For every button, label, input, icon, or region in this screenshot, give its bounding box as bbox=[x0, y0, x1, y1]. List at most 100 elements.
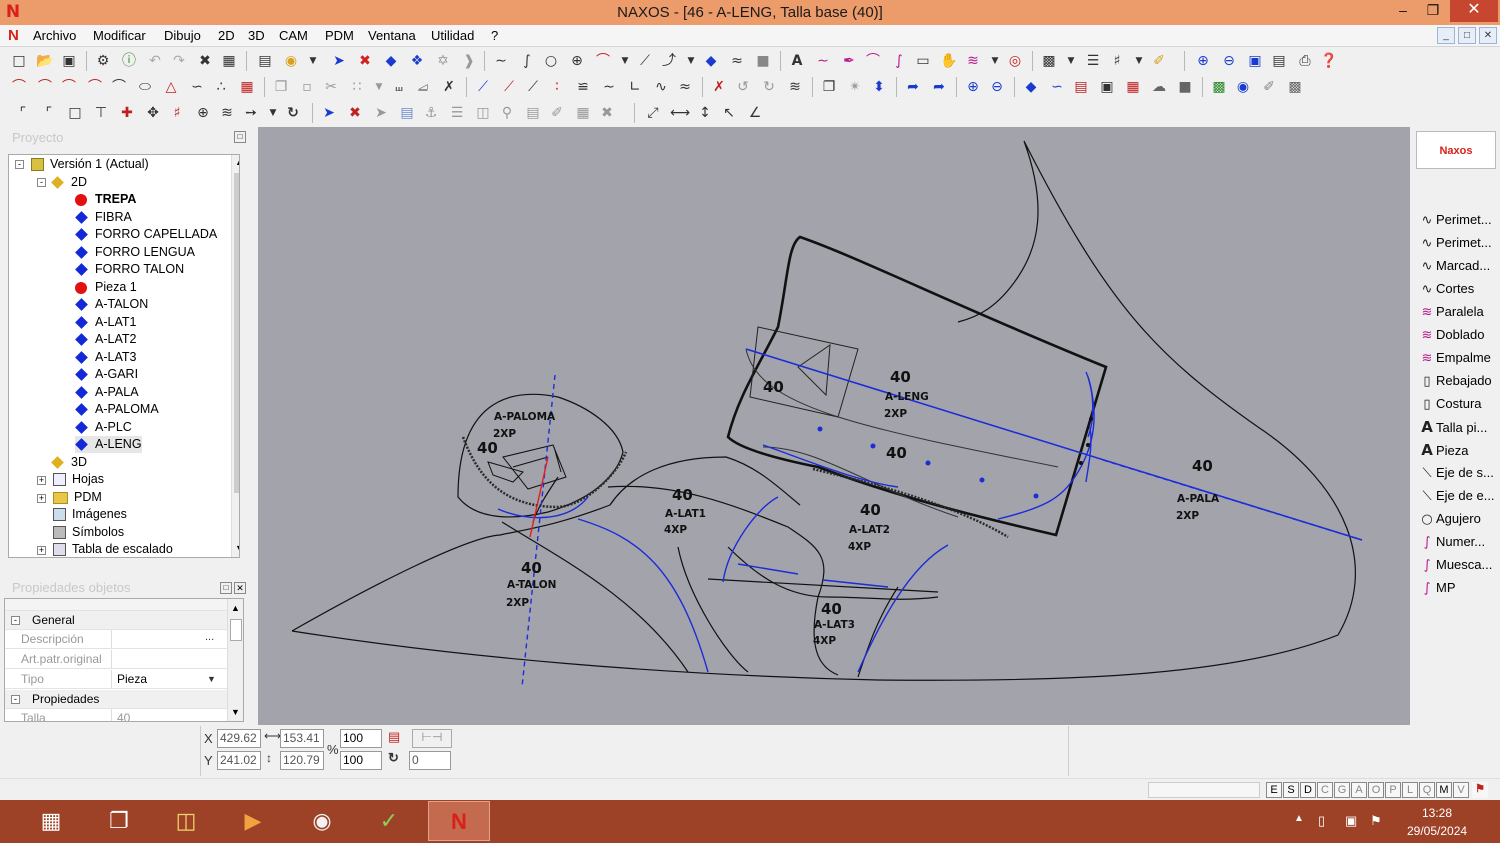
palette-dropdown-icon[interactable]: ▼ bbox=[304, 52, 322, 70]
rotate-ccw-icon[interactable]: ↺ bbox=[734, 78, 752, 96]
corner-round-icon[interactable]: ⌜ bbox=[40, 104, 58, 122]
chrome-taskbar-icon[interactable]: ◉ bbox=[291, 801, 353, 841]
tree-item-a-lat2[interactable]: A-LAT2 bbox=[75, 331, 136, 348]
polyline-icon[interactable]: ∼ bbox=[492, 52, 510, 70]
align-icon[interactable]: ▤ bbox=[1072, 78, 1090, 96]
zigzag-icon[interactable]: ≋ bbox=[964, 52, 982, 70]
sheet-stack-icon[interactable]: ▤ bbox=[398, 104, 416, 122]
notch-tool-icon[interactable]: ✚ bbox=[118, 104, 136, 122]
list-icon[interactable]: ☰ bbox=[448, 104, 466, 122]
anchor-icon[interactable]: ⚓ bbox=[422, 104, 440, 122]
maximize-button[interactable]: ❐ bbox=[1418, 0, 1448, 22]
collapse-icon[interactable]: - bbox=[15, 160, 24, 169]
mdi-minimize-button[interactable]: _ bbox=[1437, 27, 1455, 44]
calculator-taskbar-icon[interactable]: ▦ bbox=[20, 801, 82, 841]
minimize-button[interactable]: – bbox=[1388, 0, 1418, 22]
width-field[interactable]: 153.41 bbox=[280, 729, 324, 748]
protractor-icon[interactable]: ∠ bbox=[746, 104, 764, 122]
node-edit-icon[interactable]: ⤴ bbox=[660, 52, 678, 70]
pin-icon[interactable]: □ bbox=[234, 131, 246, 143]
pointer-dropdown-icon[interactable]: ▼ bbox=[264, 104, 282, 122]
nest-icon[interactable]: ☰ bbox=[1084, 52, 1102, 70]
menu-archivo[interactable]: Archivo bbox=[33, 28, 76, 43]
ruler-2-icon[interactable]: ▤ bbox=[524, 104, 542, 122]
table-icon[interactable]: ▦ bbox=[1124, 78, 1142, 96]
tree-item-a-plc[interactable]: A-PLC bbox=[75, 419, 132, 436]
undo-icon[interactable]: ↶ bbox=[146, 52, 164, 70]
zoom-in-2-icon[interactable]: ⊕ bbox=[964, 78, 982, 96]
mirror-v-icon[interactable]: ⧡ bbox=[414, 78, 432, 96]
height-field[interactable]: 120.79 bbox=[280, 751, 324, 770]
crosshair-icon[interactable]: ⊕ bbox=[568, 52, 586, 70]
cloud-icon[interactable]: ☁ bbox=[1150, 78, 1168, 96]
rectangle-icon[interactable]: ▭ bbox=[914, 52, 932, 70]
status-key-a[interactable]: A bbox=[1351, 782, 1367, 798]
tree-item-trepa[interactable]: TREPA bbox=[75, 191, 136, 208]
expand-pdm-icon[interactable]: + bbox=[37, 494, 46, 503]
tool-rebajado[interactable]: ▯ Rebajado bbox=[1418, 370, 1491, 392]
tray-chevron-icon[interactable]: ▲ bbox=[1294, 813, 1304, 824]
marker-icon[interactable]: ◆ bbox=[702, 52, 720, 70]
move-icon[interactable]: ✡ bbox=[434, 52, 452, 70]
curve-edit-icon[interactable]: ∿ bbox=[652, 78, 670, 96]
arc-radius-icon[interactable]: ⌒ bbox=[86, 78, 104, 96]
menu-2d[interactable]: 2D bbox=[218, 28, 235, 43]
zoom-out-icon[interactable]: ⊖ bbox=[1220, 52, 1238, 70]
shape-icon[interactable]: ■ bbox=[1176, 78, 1194, 96]
file-explorer-taskbar-icon[interactable]: ◫ bbox=[155, 801, 217, 841]
export-dropdown-icon[interactable]: ▼ bbox=[1062, 52, 1080, 70]
stitch-icon[interactable]: ∶ bbox=[548, 78, 566, 96]
menu-cam[interactable]: CAM bbox=[279, 28, 308, 43]
tree-item-a-pala[interactable]: A-PALA bbox=[75, 384, 139, 401]
expand-tabla-icon[interactable]: + bbox=[37, 546, 46, 555]
measure-icon[interactable]: ✐ bbox=[1150, 52, 1168, 70]
tree-item-pdm[interactable]: PDM bbox=[53, 489, 102, 506]
columns-icon[interactable]: ◫ bbox=[474, 104, 492, 122]
tool-empalme[interactable]: ≋ Empalme bbox=[1418, 347, 1491, 369]
zoom-window-icon[interactable]: ▣ bbox=[1246, 52, 1264, 70]
properties-icon[interactable]: ▦ bbox=[220, 52, 238, 70]
zigzag-dropdown-icon[interactable]: ▼ bbox=[986, 52, 1004, 70]
image-icon[interactable]: ▩ bbox=[1210, 78, 1228, 96]
tool-eje-simetria[interactable]: ⟍ Eje de s... bbox=[1418, 462, 1493, 484]
paste-icon[interactable]: ▫ bbox=[298, 78, 316, 96]
pencil-icon[interactable]: ✐ bbox=[548, 104, 566, 122]
tree-scrollbar[interactable]: ▲ ▼ bbox=[231, 155, 239, 557]
sew-icon[interactable]: ♯ bbox=[1108, 52, 1126, 70]
tool-agujero[interactable]: ○ Agujero bbox=[1418, 508, 1480, 530]
mirror-h-icon[interactable]: ⧢ bbox=[390, 78, 408, 96]
open-folder-icon[interactable]: 📂 bbox=[36, 52, 54, 70]
measure-diagonal-icon[interactable]: ⤢ bbox=[644, 104, 662, 122]
save-icon[interactable]: ▣ bbox=[60, 52, 78, 70]
tree-item-imagenes[interactable]: Imágenes bbox=[53, 506, 127, 523]
tool-eje-escalado[interactable]: ⟍ Eje de e... bbox=[1418, 485, 1494, 507]
y-coordinate-field[interactable]: 241.02 bbox=[217, 751, 261, 770]
key-icon[interactable]: ⚲ bbox=[498, 104, 516, 122]
tree-item-a-leng[interactable]: A-LENG bbox=[75, 436, 142, 453]
zoom-out-2-icon[interactable]: ⊖ bbox=[988, 78, 1006, 96]
arc-tangent-icon[interactable]: ⌒ bbox=[60, 78, 78, 96]
green-app-taskbar-icon[interactable]: ✓ bbox=[358, 801, 420, 841]
tool-perimetro-2[interactable]: ∿ Perimet... bbox=[1418, 232, 1492, 254]
remove-icon[interactable]: ✖ bbox=[356, 52, 374, 70]
status-flag-icon[interactable]: ⚑ bbox=[1472, 782, 1488, 798]
clock-time[interactable]: 13:28 bbox=[1422, 806, 1452, 820]
info-icon[interactable]: ⓘ bbox=[120, 52, 138, 70]
props-group-general[interactable]: - General bbox=[5, 611, 227, 630]
tree-item-pieza1[interactable]: Pieza 1 bbox=[75, 279, 137, 296]
frame-icon[interactable]: ▦ bbox=[574, 104, 592, 122]
tree-item-simbolos[interactable]: Símbolos bbox=[53, 524, 124, 541]
status-key-s[interactable]: S bbox=[1283, 782, 1299, 798]
prop-tipo[interactable]: Tipo Pieza ▼ bbox=[5, 670, 227, 689]
insert-point-icon[interactable]: ⊕ bbox=[194, 104, 212, 122]
trace-icon[interactable]: ≋ bbox=[218, 104, 236, 122]
print-icon[interactable]: ⎙ bbox=[1296, 52, 1314, 70]
back-piece-icon[interactable]: ➤ bbox=[372, 104, 390, 122]
forward-piece-icon[interactable]: ➤ bbox=[320, 104, 338, 122]
tree-item-2d[interactable]: 2D bbox=[51, 174, 87, 191]
move-cross-icon[interactable]: ✥ bbox=[144, 104, 162, 122]
collapse-2d-icon[interactable]: - bbox=[37, 178, 46, 187]
cut-icon[interactable]: ✂ bbox=[322, 78, 340, 96]
status-key-q[interactable]: Q bbox=[1419, 782, 1435, 798]
spline-icon[interactable]: ∫ bbox=[518, 52, 536, 70]
